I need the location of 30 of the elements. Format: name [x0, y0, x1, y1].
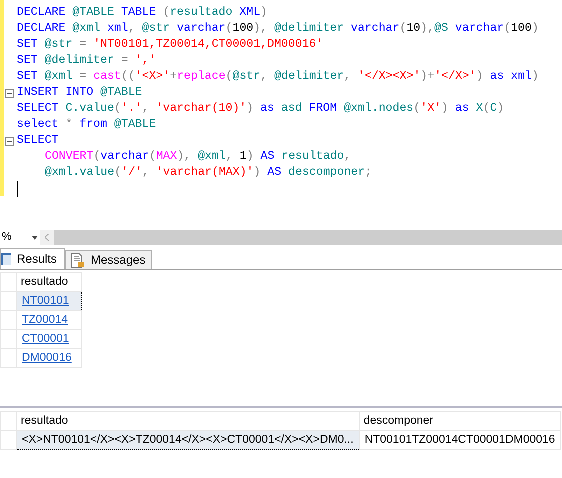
grid-icon: [1, 252, 11, 266]
dropdown-arrow-icon: [32, 236, 38, 240]
document-icon: [71, 252, 86, 268]
code-line: CONVERT(varchar(MAX), @xml, 1) AS resultado,: [45, 150, 352, 163]
column-header[interactable]: descomponer: [359, 412, 561, 430]
code-line: SELECT: [17, 134, 59, 147]
table-cell[interactable]: <X>NT00101</X><X>TZ00014</X><X>CT00001</X><X>DM0...: [16, 430, 360, 450]
column-header[interactable]: resultado: [16, 412, 360, 430]
code-line: DECLARE @xml xml, @str varchar(100), @delimiter varchar(10),@S varchar(100): [17, 22, 539, 35]
code-line: SET @xml = cast(('<X>'+replace(@str, @delimiter, '</X><X>')+'</X>') as xml): [17, 70, 539, 83]
code-line: SET @delimiter = ',': [17, 54, 156, 67]
zoom-value: %: [2, 230, 12, 246]
link-cell[interactable]: NT00101: [16, 292, 82, 310]
code-line: @xml.value('/', 'varchar(MAX)') AS descomponer;: [45, 166, 372, 179]
chevron-left-icon: [45, 234, 49, 241]
code-line: select * from @TABLE: [17, 118, 156, 131]
code-line: INSERT INTO @TABLE: [17, 86, 142, 99]
link-cell[interactable]: DM00016: [16, 348, 82, 368]
link-cell[interactable]: TZ00014: [16, 310, 82, 330]
results-tab[interactable]: Results: [0, 248, 66, 269]
code-line: SET @str = 'NT00101,TZ00014,CT00001,DM00016': [17, 38, 324, 51]
collapse-toggle[interactable]: [5, 137, 14, 146]
link-cell[interactable]: CT00001: [16, 330, 82, 348]
results-tab[interactable]: Messages: [65, 250, 152, 269]
collapse-toggle[interactable]: [5, 89, 14, 98]
table-cell[interactable]: NT00101TZ00014CT00001DM00016: [359, 430, 561, 450]
horizontal-scrollbar[interactable]: [54, 230, 562, 245]
text-cursor: [17, 181, 18, 197]
code-line: DECLARE @TABLE TABLE (resultado XML): [17, 6, 268, 19]
code-line: SELECT C.value('.', 'varchar(10)') as asd FROM @xml.nodes('X') as X(C): [17, 102, 504, 115]
